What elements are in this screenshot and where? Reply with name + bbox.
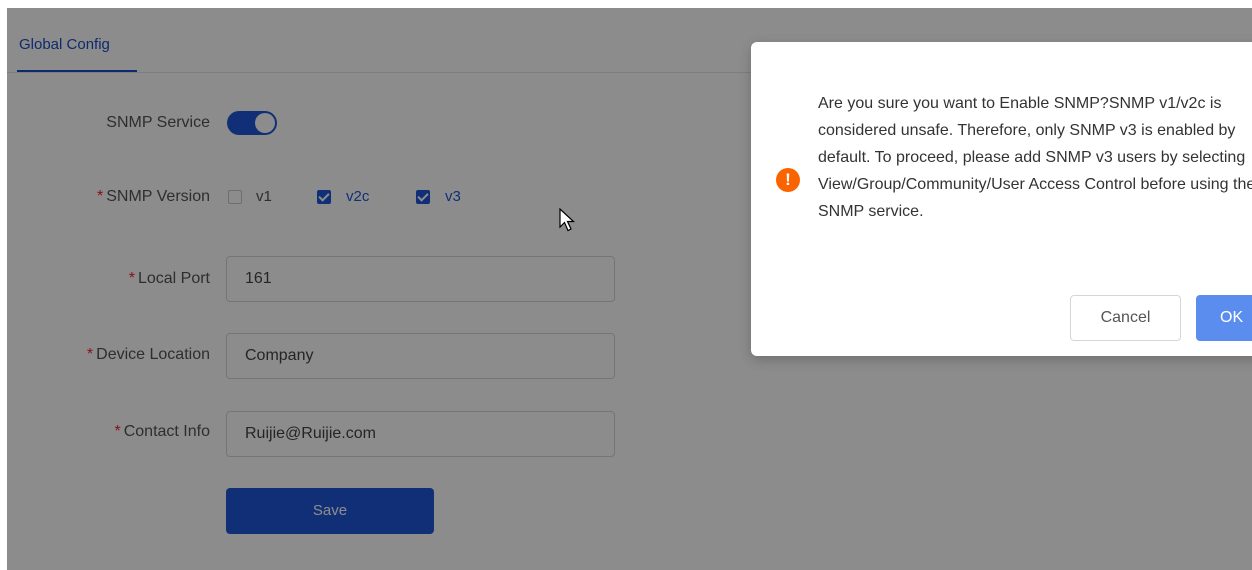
cancel-button[interactable]: Cancel: [1070, 295, 1181, 341]
warning-icon: !: [776, 168, 800, 192]
ok-button[interactable]: OK: [1196, 295, 1252, 341]
dialog-message: Are you sure you want to Enable SNMP?SNM…: [818, 95, 1252, 220]
confirm-dialog: ! Are you sure you want to Enable SNMP?S…: [751, 42, 1252, 356]
mouse-cursor-icon: [559, 208, 576, 232]
